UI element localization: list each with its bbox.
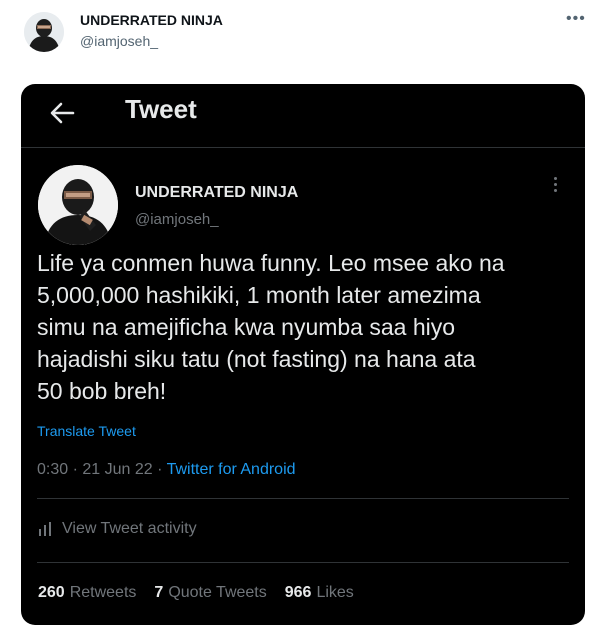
quote-tweets-label: Quote Tweets (168, 584, 267, 601)
outer-tweet-header: UNDERRATED NINJA @iamjoseh_ ••• (0, 0, 601, 70)
tweet-author-avatar[interactable] (38, 165, 118, 245)
likes-stat[interactable]: 966 Likes (285, 584, 354, 602)
retweets-stat[interactable]: 260 Retweets (38, 584, 136, 602)
bar-chart-icon (39, 522, 51, 536)
retweets-label: Retweets (69, 584, 137, 601)
translate-tweet-link[interactable]: Translate Tweet (37, 423, 136, 439)
ninja-avatar-icon (24, 12, 64, 52)
tweet-metadata: 0:30 · 21 Jun 22 · Twitter for Android (37, 461, 296, 479)
meta-separator: · (152, 461, 167, 478)
tweet-stats: 260 Retweets 7 Quote Tweets 966 Likes (38, 584, 372, 602)
tweet-author-handle[interactable]: @iamjoseh_ (135, 211, 219, 228)
activity-label: View Tweet activity (62, 520, 197, 537)
outer-avatar[interactable] (24, 12, 64, 52)
card-header: Tweet (21, 84, 585, 148)
meta-separator: · (68, 461, 83, 478)
more-horizontal-icon[interactable]: ••• (566, 10, 586, 28)
tweet-time[interactable]: 0:30 (37, 461, 68, 478)
retweets-count: 260 (38, 584, 65, 601)
tweet-card: Tweet UNDERRATED NINJA @iamjoseh_ Life y… (21, 84, 585, 625)
ninja-avatar-icon (38, 165, 118, 245)
tweet-date[interactable]: 21 Jun 22 (82, 461, 152, 478)
tweet-author-name[interactable]: UNDERRATED NINJA (135, 184, 298, 202)
tweet-source-link[interactable]: Twitter for Android (167, 461, 296, 478)
outer-author-handle[interactable]: @iamjoseh_ (80, 33, 158, 49)
more-vertical-icon[interactable] (549, 174, 561, 198)
quote-tweets-count: 7 (154, 584, 164, 601)
likes-count: 966 (284, 584, 312, 601)
tweet-text: Life ya conmen huwa funny. Leo msee ako … (37, 250, 505, 404)
divider (37, 562, 569, 563)
outer-author-name[interactable]: UNDERRATED NINJA (80, 12, 223, 28)
view-tweet-activity-button[interactable]: View Tweet activity (38, 520, 197, 538)
divider (37, 498, 569, 499)
page-title: Tweet (125, 94, 197, 124)
quote-tweets-stat[interactable]: 7 Quote Tweets (154, 584, 266, 602)
likes-label: Likes (316, 584, 354, 601)
arrow-left-icon[interactable] (47, 98, 77, 128)
